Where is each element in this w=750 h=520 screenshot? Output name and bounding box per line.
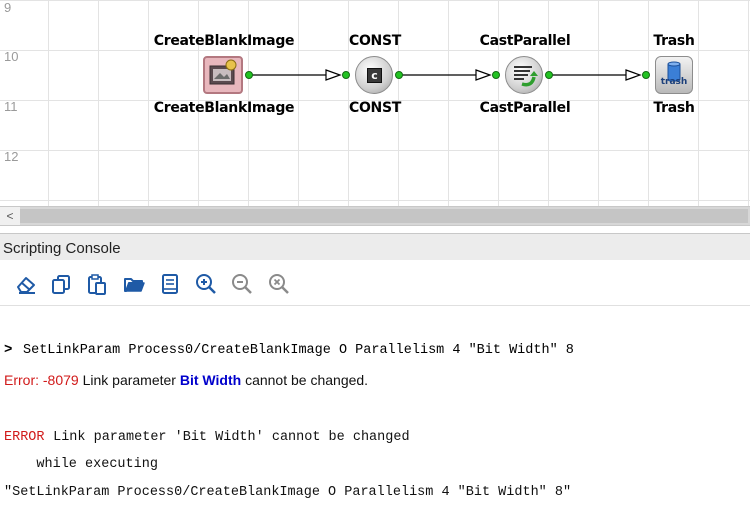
command-text: SetLinkParam Process0/CreateBlankImage O… [23,343,574,358]
console-panel-header: Scripting Console [0,233,750,260]
trash-icon: trash [655,56,693,94]
block-top-label: CreateBlankImage [153,33,295,49]
console-error-message: Error: -8079 Link parameter Bit Width ca… [4,372,368,390]
error-detail-text: Link parameter 'Bit Width' cannot be cha… [45,430,410,445]
block-bottom-label: Trash [653,100,695,116]
zoom-in-icon [196,274,216,294]
console-echo-line: "SetLinkParam Process0/CreateBlankImage … [4,485,572,500]
input-port[interactable] [642,71,650,79]
eraser-icon [17,277,35,294]
zoom-reset-button[interactable] [268,273,290,295]
error-code: Error: -8079 [4,372,79,388]
output-port[interactable] [545,71,553,79]
error-param-name: Bit Width [179,372,242,388]
open-file-button[interactable] [123,273,145,295]
paste-icon [88,274,106,295]
block-bottom-label: CastParallel [479,100,571,116]
paste-button[interactable] [86,273,108,295]
input-port[interactable] [492,71,500,79]
error-text-middle: Link parameter [78,372,180,388]
scroll-thumb[interactable] [20,209,748,223]
link-arrow-trash [625,69,642,81]
output-port[interactable] [245,71,253,79]
console-while-line: while executing [4,457,158,472]
zoom-out-button[interactable] [231,273,253,295]
create-blank-image-icon [203,56,243,94]
folder-open-icon [124,278,145,292]
scroll-left-button[interactable]: < [0,207,20,225]
block-top-label: CONST [348,33,402,49]
script-icon [162,274,178,294]
block-top-label: Trash [653,33,695,49]
block-top-label: CastParallel [479,33,571,49]
console-output[interactable]: > SetLinkParam Process0/CreateBlankImage… [0,306,750,520]
copy-button[interactable] [50,273,72,295]
cast-parallel-icon [505,56,543,94]
clear-console-button[interactable] [15,273,37,295]
chevron-left-icon: < [6,209,14,223]
horizontal-scrollbar[interactable]: < [0,206,750,226]
output-port[interactable] [395,71,403,79]
console-title: Scripting Console [3,240,121,257]
script-button[interactable] [159,273,181,295]
link-arrow-castparallel [475,69,492,81]
flow-canvas[interactable]: 9 10 11 12 CreateBlankImage CreateBlankI… [0,0,750,206]
link-arrow-const [325,69,342,81]
error-keyword: ERROR [4,430,45,445]
copy-icon [52,275,70,294]
console-toolbar [0,261,750,306]
block-bottom-label: CONST [348,100,402,116]
error-text-suffix: cannot be changed. [241,372,369,388]
input-port[interactable] [342,71,350,79]
prompt-symbol: > [4,342,13,358]
zoom-reset-icon [269,274,289,294]
const-icon: c [355,56,393,94]
block-bottom-label: CreateBlankImage [153,100,295,116]
trash-icon-label: trash [660,77,688,87]
zoom-in-button[interactable] [195,273,217,295]
zoom-out-icon [232,274,252,294]
